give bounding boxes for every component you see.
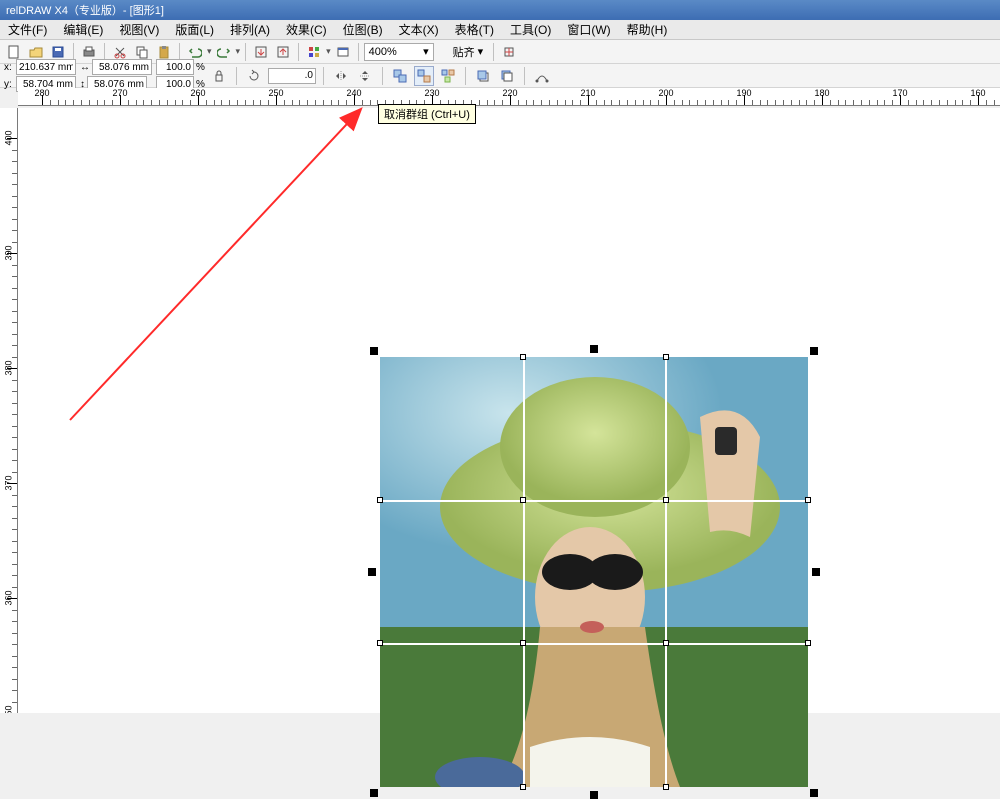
menu-arrange[interactable]: 排列(A) <box>222 20 278 40</box>
node[interactable] <box>520 640 526 646</box>
bitmap-image[interactable] <box>380 357 808 787</box>
handle-n[interactable] <box>590 345 598 353</box>
separator <box>465 67 466 85</box>
property-bar: x: y: ↔ ↕ % % <box>0 64 1000 88</box>
x-label: x: <box>4 62 14 73</box>
y-label: y: <box>4 79 14 90</box>
welcome-screen-button[interactable] <box>333 42 353 62</box>
rotation-input[interactable] <box>268 68 316 84</box>
chevron-down-icon: ▾ <box>423 45 429 58</box>
window-title: relDRAW X4（专业版）- [图形1] <box>6 2 164 18</box>
options-button[interactable] <box>499 42 519 62</box>
node[interactable] <box>520 784 526 790</box>
menu-bitmaps[interactable]: 位图(B) <box>335 20 391 40</box>
node[interactable] <box>520 354 526 360</box>
percent-label: % <box>196 62 205 73</box>
separator <box>73 43 74 61</box>
pos-x-input[interactable] <box>16 59 76 75</box>
group-button[interactable] <box>390 66 410 86</box>
node[interactable] <box>663 640 669 646</box>
separator <box>524 67 525 85</box>
handle-s[interactable] <box>590 791 598 799</box>
menu-text[interactable]: 文本(X) <box>391 20 447 40</box>
menu-file[interactable]: 文件(F) <box>0 20 55 40</box>
separator <box>104 43 105 61</box>
menu-help[interactable]: 帮助(H) <box>619 20 676 40</box>
redo-dropdown-icon[interactable]: ▾ <box>236 46 241 57</box>
export-button[interactable] <box>273 42 293 62</box>
window-titlebar: relDRAW X4（专业版）- [图形1] <box>0 0 1000 20</box>
separator <box>179 43 180 61</box>
zoom-combo[interactable]: 400% ▾ <box>364 43 434 61</box>
app-launcher-button[interactable] <box>304 42 324 62</box>
snap-button[interactable]: 贴齐 ▾ <box>448 43 489 61</box>
handle-se[interactable] <box>810 789 818 797</box>
selected-image-group[interactable] <box>380 357 808 787</box>
separator <box>245 43 246 61</box>
snap-label: 贴齐 <box>453 44 475 60</box>
node[interactable] <box>663 497 669 503</box>
node[interactable] <box>520 497 526 503</box>
mirror-h-button[interactable] <box>331 66 351 86</box>
node[interactable] <box>805 640 811 646</box>
chevron-down-icon: ▾ <box>478 45 484 58</box>
node[interactable] <box>377 497 383 503</box>
handle-nw[interactable] <box>370 347 378 355</box>
menu-layout[interactable]: 版面(L) <box>167 20 222 40</box>
separator <box>298 43 299 61</box>
import-button[interactable] <box>251 42 271 62</box>
lock-ratio-button[interactable] <box>209 66 229 86</box>
to-back-button[interactable] <box>497 66 517 86</box>
to-front-button[interactable] <box>473 66 493 86</box>
menu-edit[interactable]: 编辑(E) <box>55 20 111 40</box>
tooltip: 取消群组 (Ctrl+U) <box>378 104 476 124</box>
convert-curves-button[interactable] <box>532 66 552 86</box>
ruler-horizontal[interactable]: 280270260250240230220210200190180170160 <box>18 88 1000 106</box>
separator <box>236 67 237 85</box>
separator <box>323 67 324 85</box>
undo-dropdown-icon[interactable]: ▾ <box>207 46 212 57</box>
redo-button[interactable] <box>214 42 234 62</box>
handle-ne[interactable] <box>810 347 818 355</box>
menu-view[interactable]: 视图(V) <box>111 20 167 40</box>
node[interactable] <box>805 497 811 503</box>
node[interactable] <box>377 640 383 646</box>
ungroup-all-button[interactable] <box>438 66 458 86</box>
width-icon: ↔ <box>80 62 90 73</box>
menu-tables[interactable]: 表格(T) <box>447 20 502 40</box>
ruler-vertical[interactable]: 400390380370360350 <box>0 108 18 713</box>
separator <box>493 43 494 61</box>
handle-e[interactable] <box>812 568 820 576</box>
node[interactable] <box>663 354 669 360</box>
separator <box>382 67 383 85</box>
separator <box>358 43 359 61</box>
app-dropdown-icon[interactable]: ▾ <box>326 46 331 57</box>
scale-x-input[interactable] <box>156 59 194 75</box>
handle-sw[interactable] <box>370 789 378 797</box>
ungroup-button[interactable] <box>414 66 434 86</box>
menu-effects[interactable]: 效果(C) <box>278 20 335 40</box>
menu-tools[interactable]: 工具(O) <box>502 20 559 40</box>
menubar: 文件(F) 编辑(E) 视图(V) 版面(L) 排列(A) 效果(C) 位图(B… <box>0 20 1000 40</box>
rotate-icon <box>244 66 264 86</box>
canvas[interactable] <box>18 108 1000 713</box>
width-input[interactable] <box>92 59 152 75</box>
zoom-value: 400% <box>369 46 397 58</box>
handle-w[interactable] <box>368 568 376 576</box>
menu-window[interactable]: 窗口(W) <box>559 20 618 40</box>
mirror-v-button[interactable] <box>355 66 375 86</box>
node[interactable] <box>663 784 669 790</box>
